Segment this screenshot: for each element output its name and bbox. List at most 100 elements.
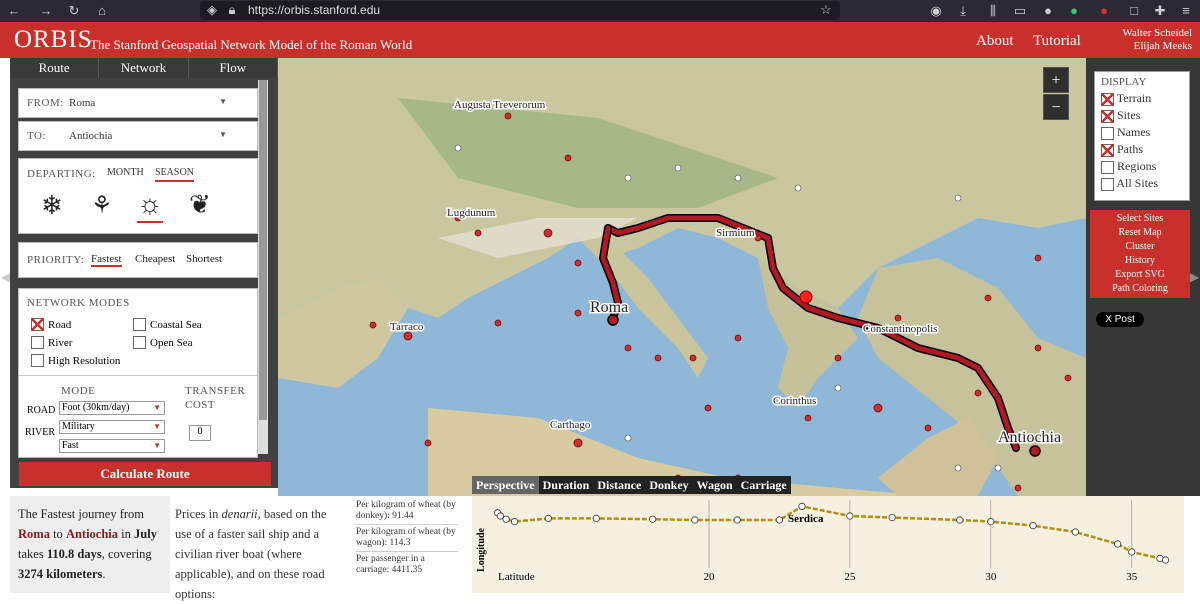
mode-road[interactable]: Road xyxy=(31,315,71,333)
url-text[interactable]: https://orbis.stanford.edu xyxy=(248,3,380,17)
display-sites[interactable]: Sites xyxy=(1101,107,1183,124)
checkbox[interactable] xyxy=(1101,126,1114,140)
chevron-down-icon[interactable]: ▼ xyxy=(219,97,227,106)
tab-distance[interactable]: Distance xyxy=(593,476,645,494)
display-paths[interactable]: Paths xyxy=(1101,141,1183,158)
nav-tutorial[interactable]: Tutorial xyxy=(1033,33,1081,50)
checkbox[interactable] xyxy=(1101,92,1114,106)
app-logo[interactable]: ORBIS xyxy=(14,26,93,54)
chevron-down-icon[interactable]: ▼ xyxy=(153,403,161,412)
display-terrain[interactable]: Terrain xyxy=(1101,90,1183,107)
menu-path-coloring[interactable]: Path Coloring xyxy=(1090,282,1190,296)
menu-cluster[interactable]: Cluster xyxy=(1090,240,1190,254)
menu-icon[interactable]: ≡ xyxy=(1178,3,1194,19)
month-toggle[interactable]: MONTH xyxy=(107,167,144,178)
transfer-cost-input[interactable]: 0 xyxy=(189,425,211,441)
priority-shortest[interactable]: Shortest xyxy=(186,253,222,265)
winter-snowflake-icon[interactable]: ❄ xyxy=(41,191,63,221)
mode-open-sea[interactable]: Open Sea xyxy=(133,333,192,351)
menu-reset-map[interactable]: Reset Map xyxy=(1090,226,1190,240)
grammarly-icon[interactable]: ● xyxy=(1066,3,1082,19)
from-select[interactable]: FROM: Roma ▼ xyxy=(18,88,258,118)
chart-point xyxy=(510,517,519,526)
tab-route[interactable]: Route xyxy=(10,58,100,78)
download-icon[interactable]: ⤓ xyxy=(955,3,971,19)
spring-tulip-icon[interactable]: ⚘ xyxy=(91,191,113,220)
autumn-leaf-icon[interactable]: ❦ xyxy=(189,190,211,220)
chevron-down-icon[interactable]: ▼ xyxy=(219,130,227,139)
calculate-route-button[interactable]: Calculate Route xyxy=(19,462,271,486)
extension-badge-icon[interactable]: ● xyxy=(1096,3,1112,19)
river-mode-select[interactable]: Military ▼ xyxy=(59,420,165,434)
nav-about[interactable]: About xyxy=(976,33,1014,50)
display-names[interactable]: Names xyxy=(1101,124,1183,141)
shield-icon[interactable]: ◈ xyxy=(204,2,220,18)
reload-icon[interactable]: ↻ xyxy=(66,3,82,19)
tab-carriage[interactable]: Carriage xyxy=(737,476,791,494)
to-value[interactable]: Antiochia xyxy=(69,130,112,142)
checkbox[interactable] xyxy=(31,335,44,349)
checkbox[interactable] xyxy=(1101,177,1114,191)
checkbox[interactable] xyxy=(31,317,44,331)
extension-icon[interactable]: □ xyxy=(1126,3,1142,19)
tab-duration[interactable]: Duration xyxy=(539,476,594,494)
tab-wagon[interactable]: Wagon xyxy=(693,476,737,494)
sidebar-scrollbar[interactable] xyxy=(258,80,268,454)
summary-km: 3274 kilometers xyxy=(18,567,103,581)
menu-history[interactable]: History xyxy=(1090,254,1190,268)
browser-toolbar: ← → ↻ ⌂ ◈ 🔒︎ https://orbis.stanford.edu … xyxy=(0,0,1200,22)
bookmark-star-icon[interactable]: ☆ xyxy=(818,2,834,18)
checkbox[interactable] xyxy=(1101,109,1114,123)
collapse-right-arrow-icon[interactable]: ▶ xyxy=(1190,270,1200,286)
road-mode-select[interactable]: Foot (30km/day) ▼ xyxy=(59,401,165,415)
season-toggle[interactable]: SEASON xyxy=(155,167,194,182)
checkbox[interactable] xyxy=(133,335,146,349)
from-label: FROM: xyxy=(27,97,64,109)
to-select[interactable]: TO: Antiochia ▼ xyxy=(18,121,258,151)
display-regions[interactable]: Regions xyxy=(1101,158,1183,175)
checkbox[interactable] xyxy=(133,317,146,331)
sea-mode-select[interactable]: Fast ▼ xyxy=(59,439,165,453)
chart-annotation-serdica: Serdica xyxy=(788,513,824,525)
mode-river[interactable]: River xyxy=(31,333,72,351)
sidebar-icon[interactable]: ▭ xyxy=(1012,3,1028,19)
home-icon[interactable]: ⌂ xyxy=(94,3,110,19)
perspective-chart[interactable]: Longitude Latitude 20 25 30 35 Serdica xyxy=(472,496,1184,593)
account-icon[interactable]: ● xyxy=(1040,3,1056,19)
tab-network[interactable]: Network xyxy=(99,58,189,78)
zoom-in-button[interactable]: + xyxy=(1043,67,1069,93)
tab-donkey[interactable]: Donkey xyxy=(645,476,692,494)
tab-perspective[interactable]: Perspective xyxy=(472,476,539,494)
zoom-out-button[interactable]: − xyxy=(1043,94,1069,120)
route-summary: The Fastest journey from Roma to Antioch… xyxy=(10,496,170,593)
mode-high-resolution[interactable]: High Resolution xyxy=(31,351,120,369)
menu-export-svg[interactable]: Export SVG xyxy=(1090,268,1190,282)
x-post-button[interactable]: X Post xyxy=(1096,312,1144,327)
puzzle-icon[interactable]: ✚ xyxy=(1152,3,1168,19)
map-canvas[interactable]: Augusta Treverorum Lugdunum Sirmium Roma… xyxy=(278,58,1086,496)
chevron-down-icon[interactable]: ▼ xyxy=(153,422,161,431)
back-icon[interactable]: ← xyxy=(6,3,22,19)
summer-sun-icon[interactable]: ☼ xyxy=(137,189,163,223)
prices-body: , based on the use of a faster sail ship… xyxy=(175,507,327,601)
priority-fastest[interactable]: Fastest xyxy=(91,253,122,267)
checkbox[interactable] xyxy=(31,353,44,367)
menu-select-sites[interactable]: Select Sites xyxy=(1090,212,1190,226)
mode-coastal-sea[interactable]: Coastal Sea xyxy=(133,315,202,333)
library-icon[interactable]: ⫼ xyxy=(985,3,1001,19)
map-view[interactable]: Augusta Treverorum Lugdunum Sirmium Roma… xyxy=(278,58,1086,496)
chevron-down-icon[interactable]: ▼ xyxy=(153,441,161,450)
tab-flow[interactable]: Flow xyxy=(188,58,278,78)
chart-tick-label: 35 xyxy=(1126,571,1138,583)
chart-tick-label: 20 xyxy=(704,571,716,583)
summary-from: Roma xyxy=(18,527,50,541)
url-bar[interactable]: ◈ 🔒︎ https://orbis.stanford.edu ☆ xyxy=(200,1,840,20)
pocket-icon[interactable]: ◉ xyxy=(928,3,944,19)
summary-text: The Fastest journey from xyxy=(18,507,145,521)
priority-cheapest[interactable]: Cheapest xyxy=(135,253,175,265)
forward-icon[interactable]: → xyxy=(38,3,54,19)
checkbox[interactable] xyxy=(1101,143,1114,157)
checkbox[interactable] xyxy=(1101,160,1114,174)
from-value[interactable]: Roma xyxy=(69,97,95,109)
display-all-sites[interactable]: All Sites xyxy=(1101,175,1183,192)
